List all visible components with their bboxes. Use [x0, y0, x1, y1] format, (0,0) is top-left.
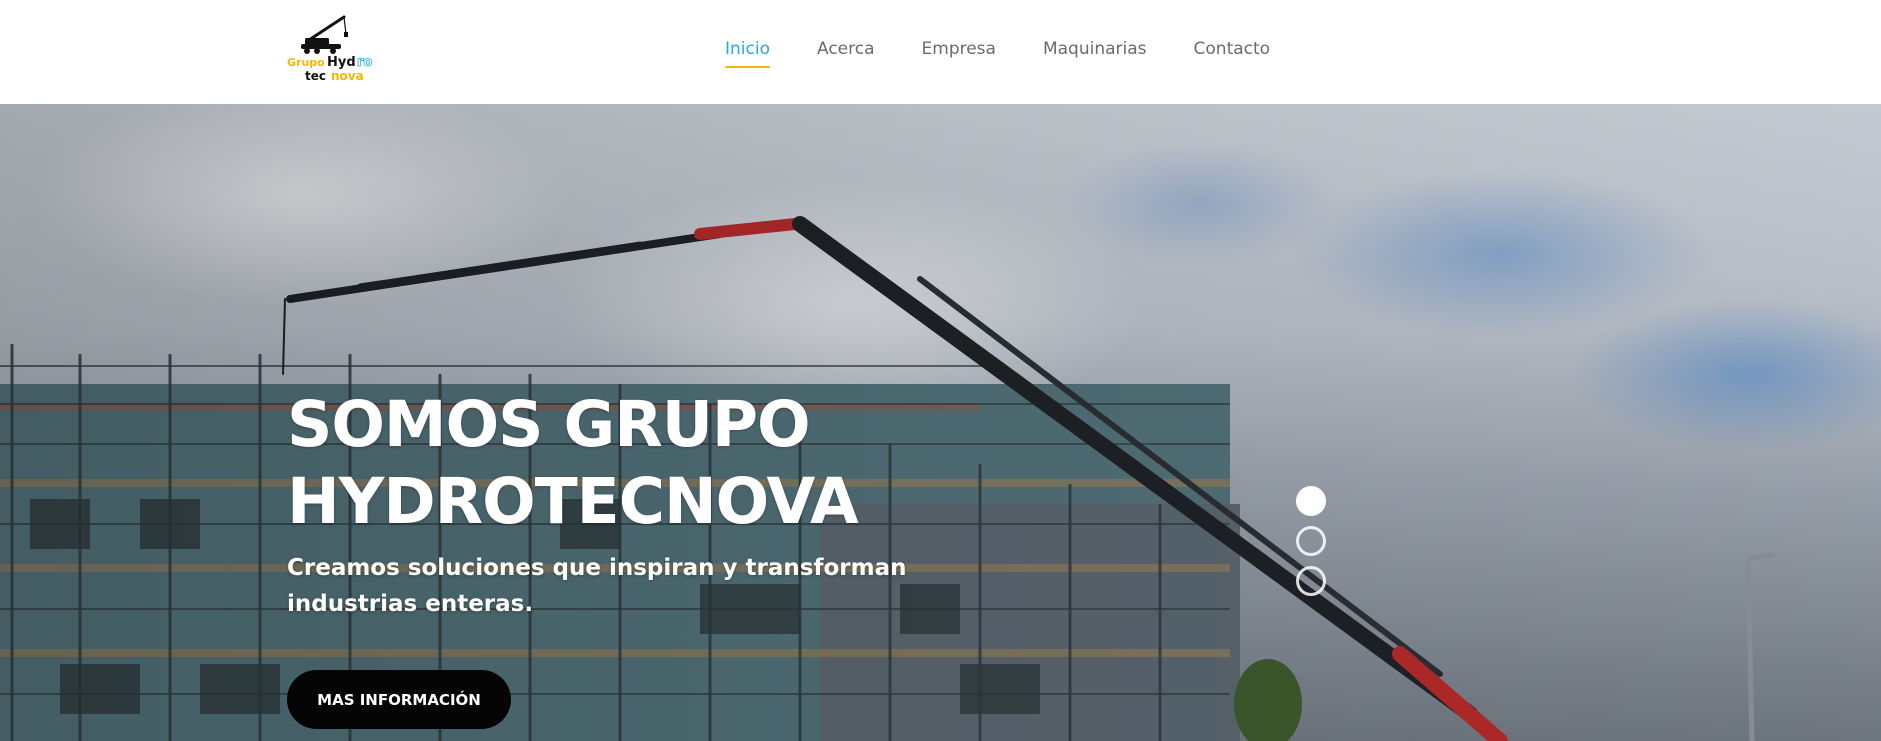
- nav-item-maquinarias[interactable]: Maquinarias: [1043, 38, 1147, 66]
- main-nav: Inicio Acerca Empresa Maquinarias Contac…: [725, 38, 1317, 68]
- nav-item-contacto[interactable]: Contacto: [1194, 38, 1271, 66]
- nav-item-acerca[interactable]: Acerca: [817, 38, 875, 66]
- brand-logo[interactable]: Grupo Hyd ro tec nova: [287, 14, 379, 86]
- slider-dot-2[interactable]: [1296, 526, 1326, 556]
- svg-text:Hyd: Hyd: [327, 55, 356, 70]
- site-header: Grupo Hyd ro tec nova Inicio Acerca Empr…: [0, 0, 1881, 104]
- slider-dot-1[interactable]: [1296, 486, 1326, 516]
- svg-text:Grupo: Grupo: [287, 56, 325, 69]
- svg-text:ro: ro: [357, 55, 372, 70]
- hero-subtitle-line-1: Creamos soluciones que inspiran y transf…: [287, 555, 907, 581]
- hero-subtitle-line-2: industrias enteras.: [287, 591, 534, 617]
- crane-logo-icon: Grupo Hyd ro tec nova: [287, 15, 373, 83]
- hero-subtitle: Creamos soluciones que inspiran y transf…: [287, 550, 927, 622]
- hero-title-line-1: SOMOS GRUPO: [287, 388, 811, 461]
- hero-title-line-2: HYDROTECNOVA: [287, 465, 859, 538]
- hero-slider: SOMOS GRUPO HYDROTECNOVA Creamos solucio…: [0, 104, 1881, 741]
- svg-text:nova: nova: [331, 69, 364, 83]
- slider-pagination: [1296, 486, 1326, 606]
- nav-item-inicio[interactable]: Inicio: [725, 38, 770, 68]
- hero-title: SOMOS GRUPO HYDROTECNOVA: [287, 386, 1187, 540]
- slider-dot-3[interactable]: [1296, 566, 1326, 596]
- svg-text:tec: tec: [305, 69, 326, 83]
- nav-item-empresa[interactable]: Empresa: [922, 38, 996, 66]
- more-info-button[interactable]: MAS INFORMACIÓN: [287, 670, 511, 729]
